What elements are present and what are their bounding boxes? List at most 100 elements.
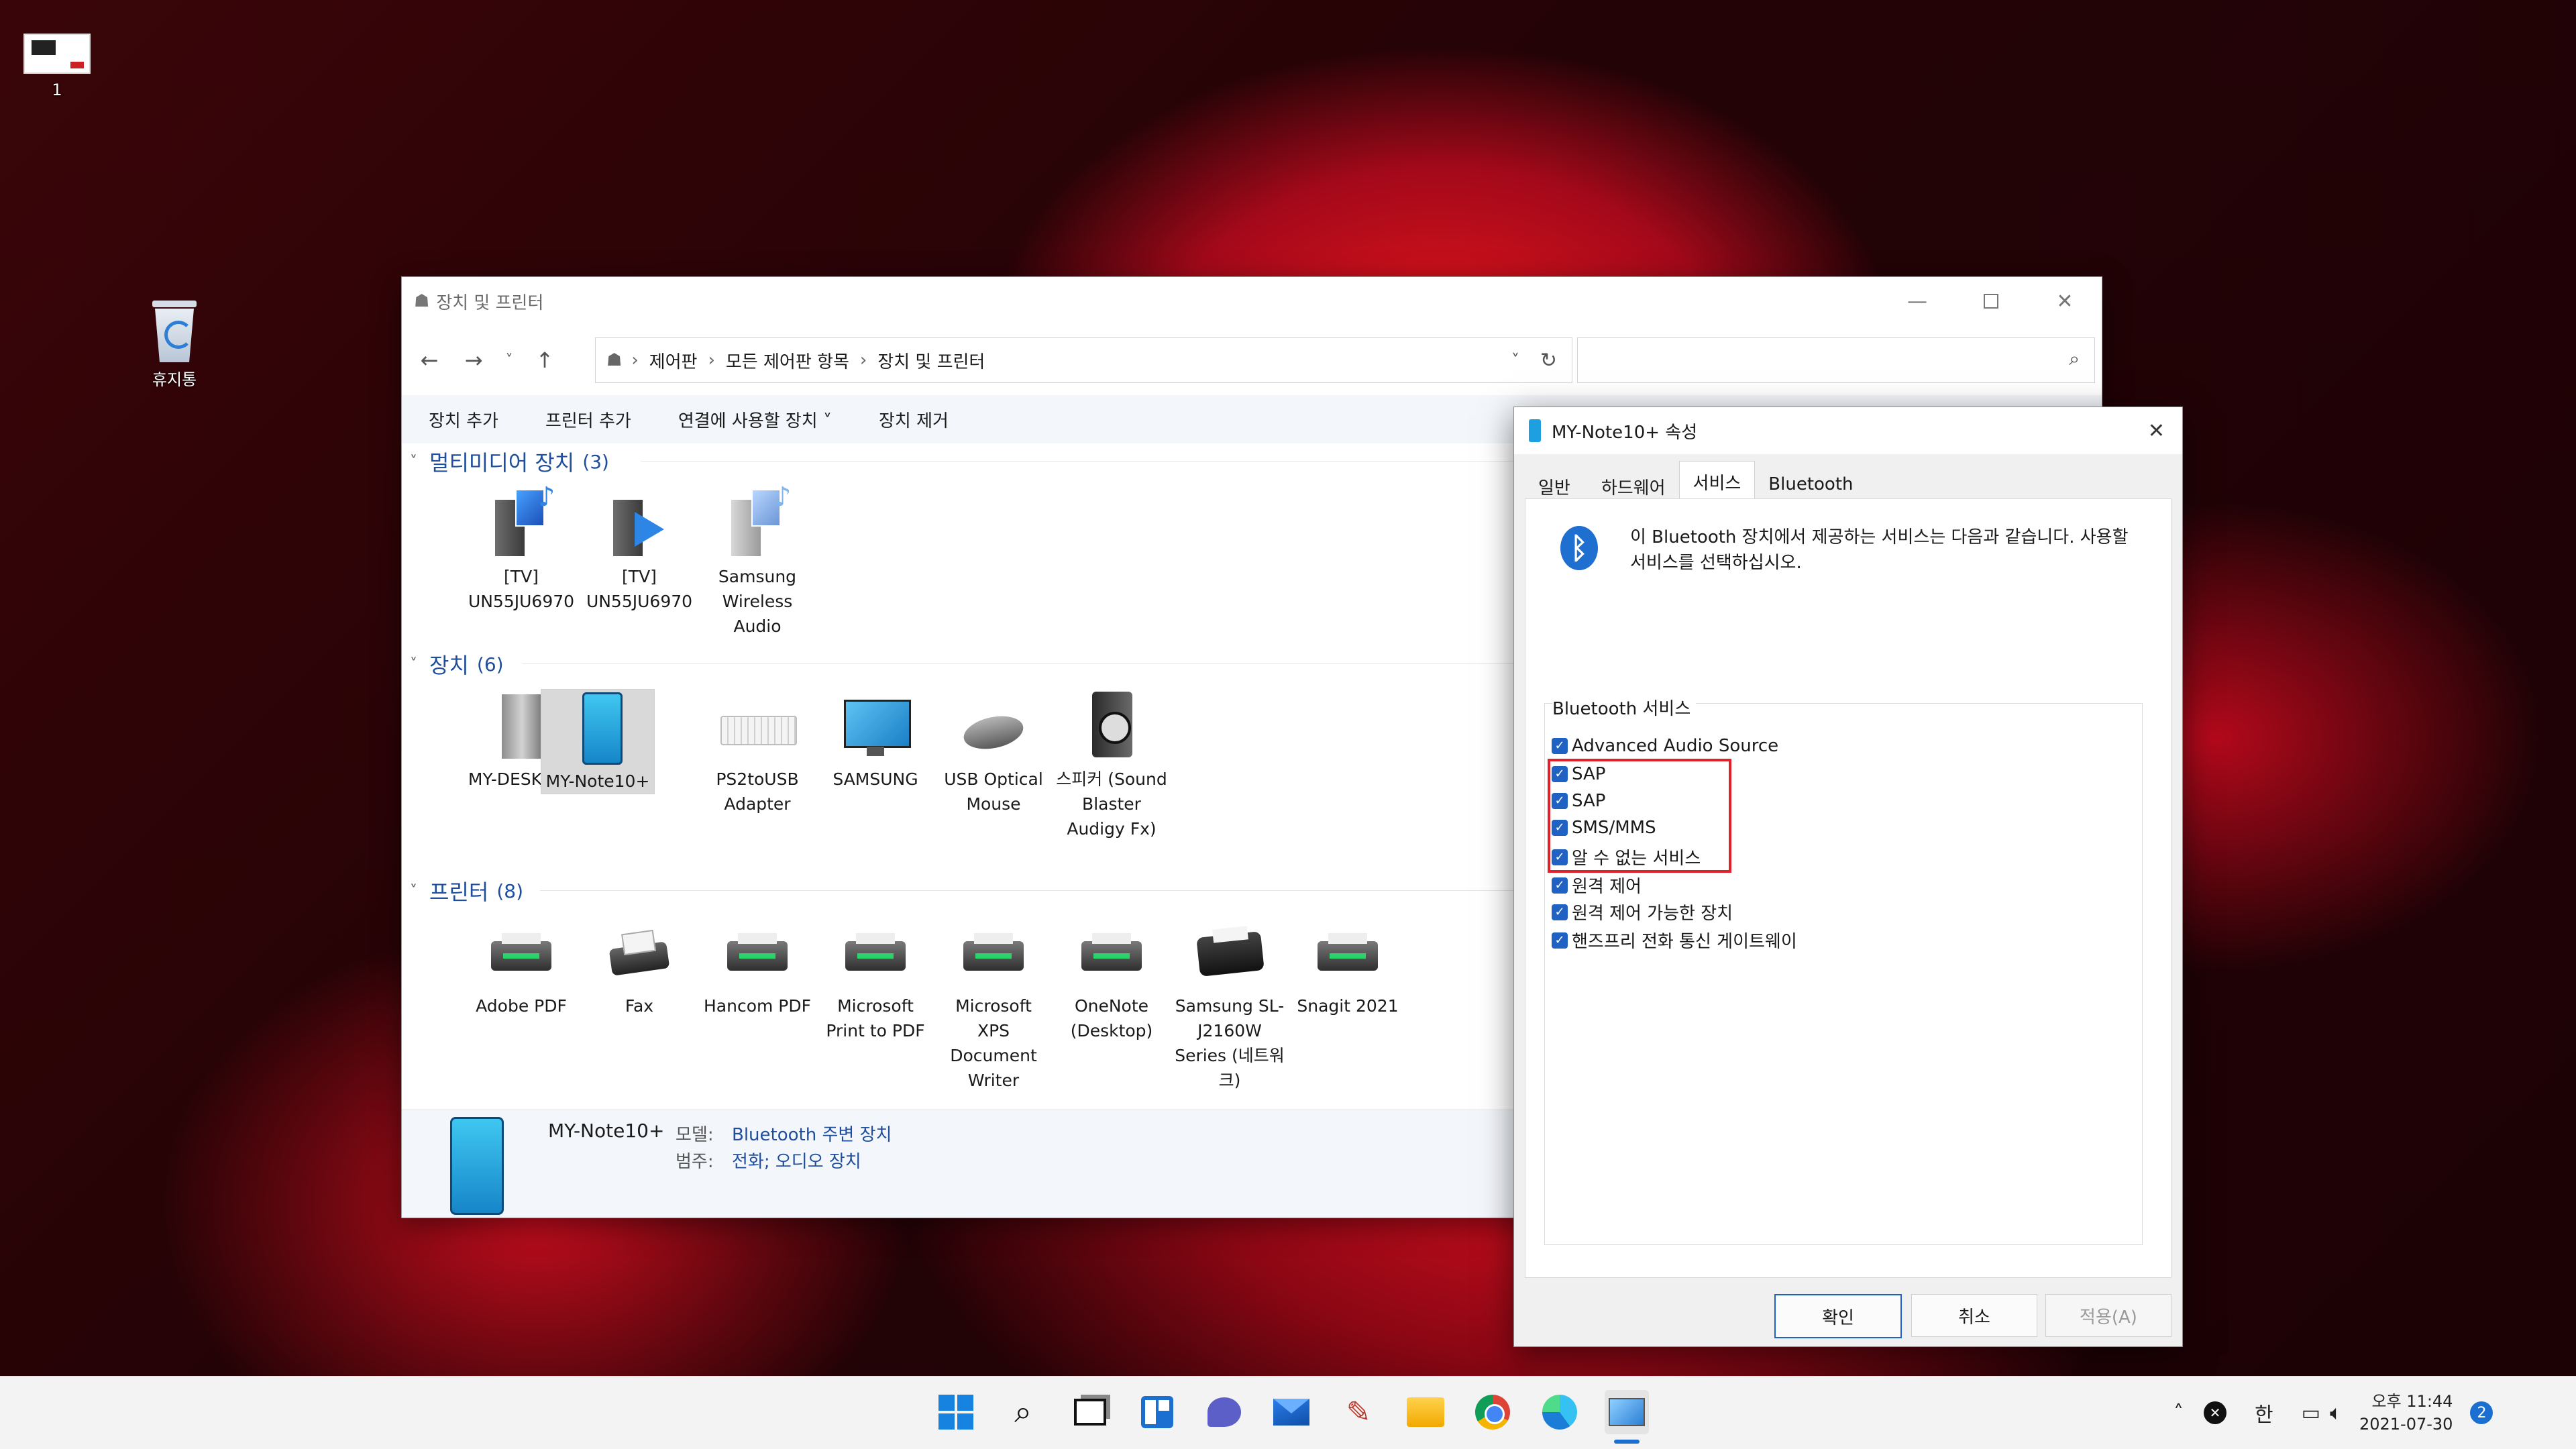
breadcrumb-all-items[interactable]: 모든 제어판 항목 <box>726 348 849 373</box>
control-panel-taskbar-button[interactable] <box>1605 1390 1649 1434</box>
search-button[interactable]: ⌕ <box>1001 1390 1045 1434</box>
printer-onenote[interactable]: OneNote (Desktop) <box>1055 914 1168 1043</box>
services-groupbox: ✓ Advanced Audio Source ✓ SAP ✓ SAP ✓ SM… <box>1544 703 2143 1245</box>
printer-ms-print-to-pdf[interactable]: Microsoft Print to PDF <box>819 914 932 1043</box>
device-tv-1[interactable]: ♪ [TV] UN55JU6970 <box>465 484 578 614</box>
printer-hancom-pdf[interactable]: Hancom PDF <box>701 914 814 1018</box>
paint-button[interactable]: ✎ <box>1336 1390 1381 1434</box>
dialog-title-bar[interactable]: MY-Note10+ 속성 ✕ <box>1514 407 2182 454</box>
group-count: (3) <box>582 450 609 473</box>
printer-snagit[interactable]: Snagit 2021 <box>1291 914 1404 1018</box>
service-handsfree-gateway[interactable]: ✓ 핸즈프리 전화 통신 게이트웨이 <box>1552 928 1797 953</box>
service-remote-controllable-device[interactable]: ✓ 원격 제어 가능한 장치 <box>1552 900 1733 924</box>
details-model-value: Bluetooth 주변 장치 <box>732 1125 892 1145</box>
device-usb-mouse[interactable]: USB Optical Mouse <box>937 688 1050 816</box>
device-tv-2[interactable]: [TV] UN55JU6970 <box>583 485 696 614</box>
close-button[interactable]: ✕ <box>2028 277 2102 325</box>
group-count: (6) <box>476 653 504 676</box>
checkbox-checked-icon[interactable]: ✓ <box>1552 932 1568 949</box>
clock-time: 오후 11:44 <box>2371 1392 2453 1411</box>
breadcrumb-devices[interactable]: 장치 및 프린터 <box>877 348 985 373</box>
add-printer-button[interactable]: 프린터 추가 <box>545 407 631 432</box>
add-device-button[interactable]: 장치 추가 <box>429 407 498 432</box>
mail-button[interactable] <box>1269 1390 1313 1434</box>
minimize-button[interactable]: — <box>1880 277 1954 325</box>
device-label: [TV] UN55JU6970 <box>586 567 693 611</box>
desktop-recycle-bin[interactable]: 휴지통 <box>134 301 215 390</box>
printer-ms-xps[interactable]: Microsoft XPS Document Writer <box>937 914 1050 1093</box>
printer-fax[interactable]: Fax <box>583 914 696 1018</box>
control-panel-icon: ☗ <box>606 350 623 370</box>
up-button[interactable]: ↑ <box>523 337 567 384</box>
device-label: Samsung SL-J2160W Series (네트워크) <box>1175 996 1285 1090</box>
task-view-button[interactable] <box>1068 1390 1112 1434</box>
search-box[interactable]: ⌕ <box>1577 337 2095 383</box>
printer-icon <box>1193 914 1267 988</box>
maximize-button[interactable] <box>1954 277 2028 325</box>
device-label: USB Optical Mouse <box>944 769 1043 814</box>
recycle-bin-icon <box>150 301 199 362</box>
address-bar[interactable]: ☗ › 제어판 › 모든 제어판 항목 › 장치 및 프린터 ˅ ↻ <box>595 337 1572 383</box>
device-ps2-adapter[interactable]: PS2toUSB Adapter <box>701 688 814 816</box>
breadcrumb-control-panel[interactable]: 제어판 <box>649 348 698 373</box>
back-button[interactable]: ← <box>407 337 451 384</box>
teams-chat-button[interactable] <box>1202 1390 1246 1434</box>
dialog-title: MY-Note10+ 속성 <box>1552 422 1698 443</box>
file-explorer-button[interactable] <box>1403 1390 1448 1434</box>
widgets-button[interactable] <box>1135 1390 1179 1434</box>
ime-indicator[interactable]: 한 <box>2255 1398 2273 1428</box>
device-label: PS2toUSB Adapter <box>716 769 799 814</box>
group-header-printers[interactable]: ˅ 프린터 (8) <box>410 875 523 906</box>
notification-badge[interactable]: 2 <box>2470 1401 2493 1424</box>
title-bar[interactable]: ☗ 장치 및 프린터 <box>402 277 2102 325</box>
printer-icon <box>839 914 912 988</box>
printer-icon <box>957 914 1030 988</box>
group-header-devices[interactable]: ˅ 장치 (6) <box>410 649 504 680</box>
keyboard-icon <box>720 688 797 761</box>
app-status-icon[interactable]: ✕ <box>2204 1401 2226 1424</box>
printer-adobe-pdf[interactable]: Adobe PDF <box>465 914 578 1018</box>
connect-using-button[interactable]: 연결에 사용할 장치 ˅ <box>678 407 832 432</box>
phone-icon <box>1529 419 1541 442</box>
show-hidden-icons-chevron-icon[interactable]: ˄ <box>2174 1401 2184 1425</box>
device-samsung-monitor[interactable]: SAMSUNG <box>819 688 932 792</box>
network-icon[interactable]: ▭ <box>2302 1401 2320 1425</box>
media-device-icon: ♪ <box>720 484 794 559</box>
system-tray: ˄ ✕ 한 ▭ 🔈︎ 오후 11:44 2021-07-30 2 <box>2174 1377 2493 1449</box>
ok-button[interactable]: 확인 <box>1774 1294 1902 1338</box>
dialog-close-icon[interactable]: ✕ <box>2148 419 2165 443</box>
service-label: 원격 제어 <box>1572 877 1642 897</box>
device-samsung-audio[interactable]: ♪ Samsung Wireless Audio <box>701 484 814 639</box>
apply-button[interactable]: 적용(A) <box>2045 1294 2171 1337</box>
forward-button[interactable]: → <box>451 337 496 384</box>
device-speaker[interactable]: 스피커 (Sound Blaster Audigy Fx) <box>1055 688 1168 841</box>
refresh-icon[interactable]: ↻ <box>1540 349 1557 372</box>
remove-device-button[interactable]: 장치 제거 <box>879 407 949 432</box>
printer-samsung-sl-j2160w[interactable]: Samsung SL-J2160W Series (네트워크) <box>1173 914 1286 1093</box>
desktop-icon-1[interactable]: 1 <box>20 34 94 99</box>
volume-icon[interactable]: 🔈︎ <box>2330 1401 2342 1425</box>
clock[interactable]: 오후 11:44 2021-07-30 <box>2359 1390 2453 1436</box>
edge-button[interactable] <box>1538 1390 1582 1434</box>
desktop-icon-label: 1 <box>52 80 62 99</box>
device-my-note10[interactable]: MY-Note10+ <box>541 689 655 794</box>
checkbox-checked-icon[interactable]: ✓ <box>1552 904 1568 920</box>
cancel-button[interactable]: 취소 <box>1911 1294 2037 1337</box>
service-remote-control[interactable]: ✓ 원격 제어 <box>1552 873 1642 898</box>
window-thumbnail-icon <box>23 34 91 74</box>
device-label: SAMSUNG <box>833 769 918 789</box>
checkbox-checked-icon[interactable]: ✓ <box>1552 877 1568 894</box>
device-label: Microsoft XPS Document Writer <box>950 996 1037 1090</box>
search-input[interactable] <box>1586 338 2045 380</box>
chevron-down-icon: ˅ <box>410 882 417 900</box>
service-advanced-audio-source[interactable]: ✓ Advanced Audio Source <box>1552 736 1778 756</box>
checkbox-checked-icon[interactable]: ✓ <box>1552 738 1568 754</box>
group-header-multimedia[interactable]: ˅ 멀티미디어 장치 (3) <box>410 446 609 477</box>
details-category-label: 범주: <box>676 1152 714 1172</box>
address-dropdown-icon[interactable]: ˅ <box>1511 351 1519 370</box>
chrome-icon <box>1475 1395 1510 1430</box>
recent-dropdown-button[interactable]: ˅ <box>496 337 523 384</box>
start-button[interactable] <box>934 1390 978 1434</box>
navigation-bar: ← → ˅ ↑ ☗ › 제어판 › 모든 제어판 항목 › 장치 및 프린터 ˅… <box>402 325 2102 395</box>
chrome-button[interactable] <box>1470 1390 1515 1434</box>
